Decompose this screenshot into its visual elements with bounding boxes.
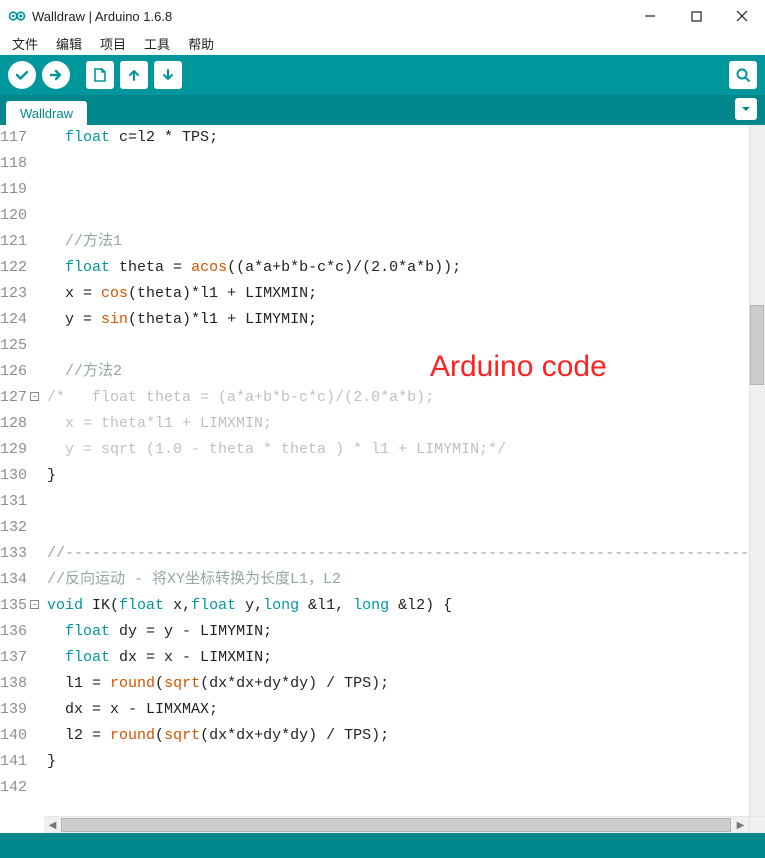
window-title: Walldraw | Arduino 1.6.8: [32, 9, 627, 24]
minimize-button[interactable]: [627, 0, 673, 32]
vertical-scroll-thumb[interactable]: [750, 305, 764, 385]
tab-walldraw[interactable]: Walldraw: [6, 101, 87, 126]
serial-monitor-button[interactable]: [729, 61, 757, 89]
horizontal-scroll-row: ◀ ▶: [0, 816, 765, 833]
line-number: 141: [0, 749, 27, 775]
line-number: 124: [0, 307, 27, 333]
hscroll-right-arrow[interactable]: ▶: [732, 817, 749, 834]
code-line[interactable]: l2 = round(sqrt(dx*dx+dy*dy) / TPS);: [47, 723, 765, 749]
code-line[interactable]: [47, 775, 765, 801]
open-sketch-button[interactable]: [120, 61, 148, 89]
window-controls: [627, 0, 765, 32]
code-line[interactable]: [47, 177, 765, 203]
line-number: 134: [0, 567, 27, 593]
code-line[interactable]: //方法1: [47, 229, 765, 255]
line-number: 131: [0, 489, 27, 515]
line-number: 120: [0, 203, 27, 229]
code-line[interactable]: void IK(float x,float y,long &l1, long &…: [47, 593, 765, 619]
line-number: 123: [0, 281, 27, 307]
vertical-scrollbar[interactable]: [749, 125, 765, 816]
line-number: 132: [0, 515, 27, 541]
menu-edit[interactable]: 编辑: [48, 32, 90, 55]
code-line[interactable]: l1 = round(sqrt(dx*dx+dy*dy) / TPS);: [47, 671, 765, 697]
line-number: 129: [0, 437, 27, 463]
fold-toggle-icon[interactable]: -: [30, 392, 39, 401]
code-line[interactable]: float dx = x - LIMXMIN;: [47, 645, 765, 671]
line-number: 139: [0, 697, 27, 723]
horizontal-scrollbar[interactable]: ◀ ▶: [44, 816, 749, 833]
code-line[interactable]: //方法2: [47, 359, 765, 385]
line-number: 119: [0, 177, 27, 203]
line-gutter: 117118119120121122123124125126127-128129…: [0, 125, 33, 816]
line-number: 140: [0, 723, 27, 749]
menubar: 文件 编辑 项目 工具 帮助: [0, 32, 765, 55]
line-number: 137: [0, 645, 27, 671]
code-line[interactable]: dx = x - LIMXMAX;: [47, 697, 765, 723]
menu-tools[interactable]: 工具: [136, 32, 178, 55]
code-line[interactable]: x = theta*l1 + LIMXMIN;: [47, 411, 765, 437]
line-number: 122: [0, 255, 27, 281]
toolbar: [0, 55, 765, 95]
code-line[interactable]: }: [47, 463, 765, 489]
code-line[interactable]: float theta = acos((a*a+b*b-c*c)/(2.0*a*…: [47, 255, 765, 281]
code-line[interactable]: float c=l2 * TPS;: [47, 125, 765, 151]
hscroll-left-arrow[interactable]: ◀: [44, 817, 61, 834]
maximize-button[interactable]: [673, 0, 719, 32]
tabbar: Walldraw: [0, 95, 765, 125]
code-line[interactable]: y = sqrt (1.0 - theta * theta ) * l1 + L…: [47, 437, 765, 463]
line-number: 126: [0, 359, 27, 385]
new-sketch-button[interactable]: [86, 61, 114, 89]
arduino-icon: [8, 7, 26, 25]
code-line[interactable]: }: [47, 749, 765, 775]
scroll-corner: [749, 816, 765, 833]
code-editor[interactable]: 117118119120121122123124125126127-128129…: [0, 125, 749, 816]
save-sketch-button[interactable]: [154, 61, 182, 89]
line-number: 118: [0, 151, 27, 177]
code-line[interactable]: [47, 489, 765, 515]
line-number: 128: [0, 411, 27, 437]
line-number: 133: [0, 541, 27, 567]
line-number: 130: [0, 463, 27, 489]
verify-button[interactable]: [8, 61, 36, 89]
horizontal-scroll-thumb[interactable]: [61, 818, 731, 832]
tab-menu-button[interactable]: [735, 98, 757, 120]
menu-file[interactable]: 文件: [4, 32, 46, 55]
statusbar: [0, 833, 765, 858]
code-line[interactable]: //反向运动 - 将XY坐标转换为长度L1，L2: [47, 567, 765, 593]
code-line[interactable]: [47, 515, 765, 541]
menu-help[interactable]: 帮助: [180, 32, 222, 55]
code-line[interactable]: y = sin(theta)*l1 + LIMYMIN;: [47, 307, 765, 333]
code-line[interactable]: /* float theta = (a*a+b*b-c*c)/(2.0*a*b)…: [47, 385, 765, 411]
line-number: 135-: [0, 593, 27, 619]
editor-area: 117118119120121122123124125126127-128129…: [0, 125, 765, 816]
line-number: 127-: [0, 385, 27, 411]
line-number: 117: [0, 125, 27, 151]
line-number: 125: [0, 333, 27, 359]
code-body[interactable]: float c=l2 * TPS; //方法1 float theta = ac…: [33, 125, 765, 816]
line-number: 138: [0, 671, 27, 697]
line-number: 121: [0, 229, 27, 255]
code-line[interactable]: [47, 203, 765, 229]
upload-button[interactable]: [42, 61, 70, 89]
code-line[interactable]: [47, 151, 765, 177]
code-line[interactable]: //--------------------------------------…: [47, 541, 765, 567]
menu-sketch[interactable]: 项目: [92, 32, 134, 55]
code-line[interactable]: x = cos(theta)*l1 + LIMXMIN;: [47, 281, 765, 307]
line-number: 136: [0, 619, 27, 645]
window-titlebar: Walldraw | Arduino 1.6.8: [0, 0, 765, 32]
fold-toggle-icon[interactable]: -: [30, 600, 39, 609]
close-button[interactable]: [719, 0, 765, 32]
code-line[interactable]: float dy = y - LIMYMIN;: [47, 619, 765, 645]
code-line[interactable]: [47, 333, 765, 359]
line-number: 142: [0, 775, 27, 801]
